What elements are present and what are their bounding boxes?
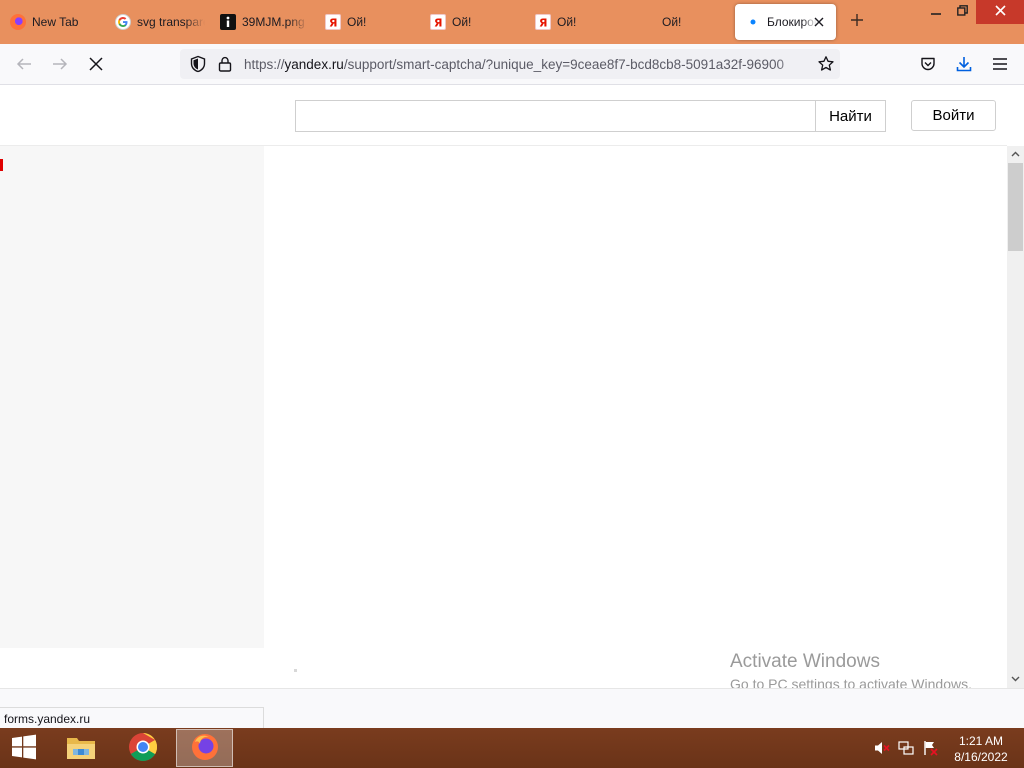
scrollbar-thumb[interactable] bbox=[1008, 163, 1023, 251]
tab-svg-transparent[interactable]: svg transparent bbox=[105, 4, 205, 40]
minimize-button[interactable] bbox=[922, 0, 950, 24]
url-prefix: https:// bbox=[244, 57, 285, 72]
minimize-icon bbox=[931, 5, 941, 19]
google-icon bbox=[115, 14, 131, 30]
plus-icon bbox=[850, 13, 864, 30]
clock-date: 8/16/2022 bbox=[954, 750, 1008, 764]
search-input[interactable] bbox=[295, 100, 816, 132]
clock-time: 1:21 AM bbox=[958, 734, 1004, 748]
download-icon bbox=[956, 56, 972, 75]
yandex-icon: Я bbox=[430, 14, 446, 30]
back-button[interactable] bbox=[12, 53, 36, 77]
firefox-taskbar-button[interactable] bbox=[176, 729, 233, 767]
yandex-icon: Я bbox=[325, 14, 341, 30]
firefox-icon bbox=[10, 14, 26, 30]
restore-icon bbox=[956, 5, 968, 19]
stop-icon bbox=[89, 56, 103, 74]
stop-loading-button[interactable] bbox=[84, 53, 108, 77]
bookmark-star-icon[interactable] bbox=[817, 55, 835, 76]
pocket-button[interactable] bbox=[916, 53, 940, 77]
scroll-down-arrow-icon[interactable] bbox=[1007, 671, 1024, 687]
tab-blokirovka[interactable]: Блокировка bbox=[735, 4, 836, 40]
tab-title: Ой! bbox=[347, 15, 367, 29]
file-explorer-taskbar-button[interactable] bbox=[52, 729, 109, 767]
chrome-taskbar-button[interactable] bbox=[114, 729, 171, 767]
tab-strip: New Tab svg transparent 39MJM.png Я Ой! … bbox=[0, 0, 1024, 44]
url-text[interactable]: https://yandex.ru/support/smart-captcha/… bbox=[244, 57, 809, 72]
yandex-icon: Я bbox=[535, 14, 551, 30]
navigation-toolbar: https://yandex.ru/support/smart-captcha/… bbox=[0, 44, 1024, 85]
loading-placeholder-dot bbox=[294, 669, 297, 672]
hamburger-menu-icon bbox=[993, 57, 1007, 73]
watermark-title: Activate Windows bbox=[730, 651, 880, 672]
close-window-button[interactable] bbox=[976, 0, 1024, 24]
windows-start-icon bbox=[11, 734, 37, 763]
tab-39mjm-png[interactable]: 39MJM.png bbox=[210, 4, 310, 40]
url-path: /support/smart-captcha/?unique_key=9ceae… bbox=[343, 57, 785, 72]
tab-title: Ой! bbox=[662, 15, 682, 29]
back-arrow-icon bbox=[16, 56, 32, 75]
tab-oy-4[interactable]: Ой! bbox=[630, 4, 730, 40]
left-sidebar bbox=[0, 146, 264, 648]
network-icon[interactable] bbox=[898, 740, 914, 756]
forward-button[interactable] bbox=[48, 53, 72, 77]
action-center-flag-icon[interactable] bbox=[922, 740, 938, 756]
start-button[interactable] bbox=[0, 729, 48, 767]
info-icon bbox=[220, 14, 236, 30]
tab-oy-1[interactable]: Я Ой! bbox=[315, 4, 415, 40]
svg-text:Я: Я bbox=[329, 17, 337, 29]
login-button[interactable]: Войти bbox=[911, 100, 996, 131]
svg-text:Я: Я bbox=[434, 17, 442, 29]
page-viewport: Найти Войти Activate Windows Go to PC se… bbox=[0, 85, 1024, 692]
tab-title: svg transparent bbox=[137, 15, 205, 29]
pocket-icon bbox=[920, 56, 936, 75]
file-explorer-icon bbox=[65, 732, 97, 765]
blank-favicon bbox=[640, 14, 656, 30]
close-tab-icon[interactable] bbox=[812, 15, 826, 29]
downloads-button[interactable] bbox=[952, 53, 976, 77]
chrome-icon bbox=[128, 732, 158, 765]
volume-muted-icon[interactable] bbox=[874, 740, 890, 756]
tab-oy-3[interactable]: Я Ой! bbox=[525, 4, 625, 40]
system-clock[interactable]: 1:21 AM 8/16/2022 bbox=[946, 733, 1016, 765]
scroll-up-arrow-icon[interactable] bbox=[1007, 146, 1024, 162]
forward-arrow-icon bbox=[52, 56, 68, 75]
url-domain: yandex.ru bbox=[284, 57, 344, 72]
tab-title: Блокировка bbox=[767, 15, 817, 29]
loading-dot-icon bbox=[745, 14, 761, 30]
main-content-area bbox=[264, 146, 1007, 648]
close-icon bbox=[994, 5, 1006, 19]
tracking-protection-shield-icon[interactable] bbox=[189, 55, 207, 76]
tab-new-tab[interactable]: New Tab bbox=[0, 4, 104, 40]
search-button[interactable]: Найти bbox=[815, 100, 886, 132]
tab-oy-2[interactable]: Я Ой! bbox=[420, 4, 520, 40]
tab-title: New Tab bbox=[32, 15, 79, 29]
svg-text:Я: Я bbox=[539, 17, 547, 29]
address-bar[interactable]: https://yandex.ru/support/smart-captcha/… bbox=[180, 49, 840, 79]
app-menu-button[interactable] bbox=[988, 53, 1012, 77]
tab-title: Ой! bbox=[557, 15, 577, 29]
status-bar-url: forms.yandex.ru bbox=[0, 707, 264, 728]
sidebar-active-marker bbox=[0, 159, 3, 171]
windows-taskbar: 1:21 AM 8/16/2022 bbox=[0, 728, 1024, 768]
vertical-scrollbar[interactable] bbox=[1007, 146, 1024, 688]
tab-title: Ой! bbox=[452, 15, 472, 29]
tab-title: 39MJM.png bbox=[242, 15, 305, 29]
firefox-icon bbox=[190, 732, 220, 765]
lock-icon[interactable] bbox=[218, 56, 232, 75]
new-tab-button[interactable] bbox=[846, 10, 868, 32]
restore-button[interactable] bbox=[948, 0, 976, 24]
